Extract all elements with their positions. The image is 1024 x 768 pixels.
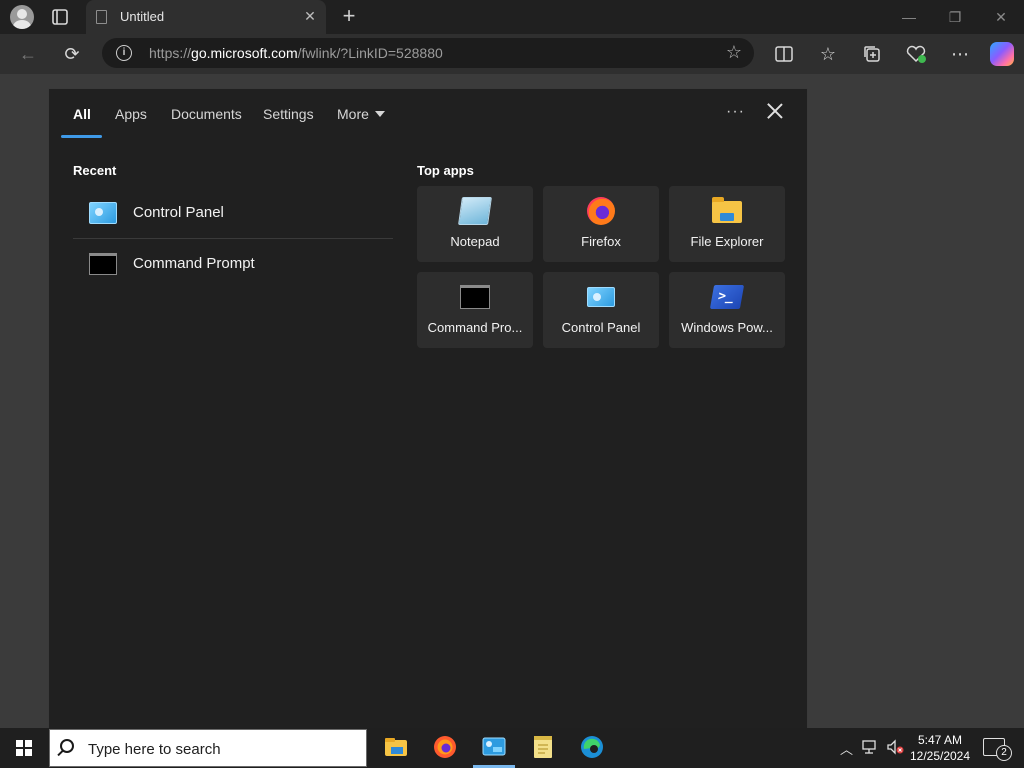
- clock[interactable]: 5:47 AM 12/25/2024: [905, 732, 975, 764]
- browser-toolbar: ← ⟳ i https://go.microsoft.com/fwlink/?L…: [0, 34, 1024, 74]
- command-prompt-icon: [460, 285, 490, 309]
- browser-tab-strip: Untitled ✕ + — ❐ ✕: [0, 0, 1024, 34]
- tab-more-label: More: [337, 106, 369, 122]
- more-icon[interactable]: ⋯: [948, 42, 972, 66]
- restore-icon[interactable]: ❐: [943, 6, 967, 28]
- recent-item-label: Command Prompt: [133, 255, 255, 272]
- app-tile-file-explorer[interactable]: File Explorer: [669, 186, 785, 262]
- minimize-icon[interactable]: —: [897, 6, 921, 28]
- notepad-icon: [458, 197, 492, 225]
- info-icon[interactable]: i: [116, 45, 132, 61]
- app-tile-label: Notepad: [450, 234, 500, 249]
- app-tile-label: Control Panel: [561, 320, 641, 335]
- browser-tab[interactable]: Untitled ✕: [86, 0, 326, 34]
- control-panel-icon: [89, 202, 117, 224]
- search-icon: [60, 739, 74, 753]
- split-screen-icon[interactable]: [772, 42, 796, 66]
- star-icon[interactable]: ☆: [726, 42, 742, 63]
- tab-apps[interactable]: Apps: [115, 106, 147, 122]
- app-tile-label: Command Pro...: [427, 320, 523, 335]
- close-tab-icon[interactable]: ✕: [302, 8, 318, 25]
- plus-icon[interactable]: +: [338, 4, 360, 28]
- close-icon[interactable]: [765, 101, 785, 121]
- network-icon[interactable]: [862, 739, 878, 758]
- tab-title: Untitled: [120, 9, 165, 24]
- chevron-up-icon[interactable]: ︿: [840, 739, 853, 758]
- app-tile-windows-powershell[interactable]: Windows Pow...: [669, 272, 785, 348]
- page-icon: [96, 10, 107, 24]
- address-url[interactable]: https://go.microsoft.com/fwlink/?LinkID=…: [149, 45, 443, 61]
- performance-icon[interactable]: [904, 42, 928, 66]
- app-tile-firefox[interactable]: Firefox: [543, 186, 659, 262]
- chevron-down-icon: [374, 111, 385, 117]
- firefox-icon: [587, 197, 615, 225]
- tab-more[interactable]: More: [337, 106, 385, 122]
- more-options-icon[interactable]: ···: [726, 103, 745, 121]
- tab-actions-icon[interactable]: [48, 6, 72, 28]
- taskbar-edge-icon[interactable]: [579, 734, 605, 760]
- tab-settings[interactable]: Settings: [263, 106, 314, 122]
- refresh-icon[interactable]: ⟳: [60, 42, 84, 66]
- address-bar[interactable]: i https://go.microsoft.com/fwlink/?LinkI…: [102, 38, 754, 68]
- back-icon[interactable]: ←: [16, 42, 40, 66]
- powershell-icon: [709, 285, 745, 309]
- taskbar-search-box[interactable]: Type here to search: [49, 729, 367, 767]
- active-tab-indicator: [61, 135, 102, 138]
- app-tile-command-prompt[interactable]: Command Pro...: [417, 272, 533, 348]
- clock-date: 12/25/2024: [909, 749, 971, 763]
- taskbar-notepad-icon[interactable]: [530, 734, 556, 760]
- command-prompt-icon: [89, 253, 117, 275]
- file-explorer-icon: [712, 197, 742, 223]
- clock-time: 5:47 AM: [917, 733, 963, 747]
- app-tile-notepad[interactable]: Notepad: [417, 186, 533, 262]
- profile-icon[interactable]: [10, 5, 34, 29]
- app-tile-control-panel[interactable]: Control Panel: [543, 272, 659, 348]
- recent-item-command-prompt[interactable]: Command Prompt: [73, 241, 393, 287]
- app-tile-label: Firefox: [581, 234, 621, 249]
- collections-icon[interactable]: [860, 42, 884, 66]
- divider: [73, 238, 393, 239]
- volume-muted-icon[interactable]: [886, 739, 904, 758]
- tab-documents[interactable]: Documents: [171, 106, 242, 122]
- taskbar-control-panel-icon[interactable]: [473, 734, 515, 768]
- favorites-icon[interactable]: ☆: [816, 42, 840, 66]
- app-tile-label: Windows Pow...: [681, 320, 773, 335]
- tab-all[interactable]: All: [73, 106, 91, 122]
- control-panel-icon: [587, 287, 615, 307]
- top-apps-title: Top apps: [417, 163, 474, 178]
- taskbar-firefox-icon[interactable]: [432, 734, 458, 760]
- recent-item-control-panel[interactable]: Control Panel: [73, 190, 393, 236]
- app-tile-label: File Explorer: [690, 234, 764, 249]
- windows-start-icon[interactable]: [16, 740, 32, 756]
- notification-count: 2: [996, 745, 1012, 761]
- notification-icon[interactable]: 2: [983, 738, 1012, 761]
- taskbar: Type here to search ︿ 5:47 AM 12/25/2024…: [0, 728, 1024, 768]
- taskbar-file-explorer-icon[interactable]: [383, 734, 409, 760]
- close-window-icon[interactable]: ✕: [989, 6, 1013, 28]
- search-placeholder: Type here to search: [88, 741, 221, 758]
- recent-item-label: Control Panel: [133, 204, 224, 221]
- search-panel: All Apps Documents Settings More ··· Rec…: [48, 88, 808, 728]
- copilot-icon[interactable]: [990, 42, 1014, 66]
- recent-title: Recent: [73, 163, 117, 178]
